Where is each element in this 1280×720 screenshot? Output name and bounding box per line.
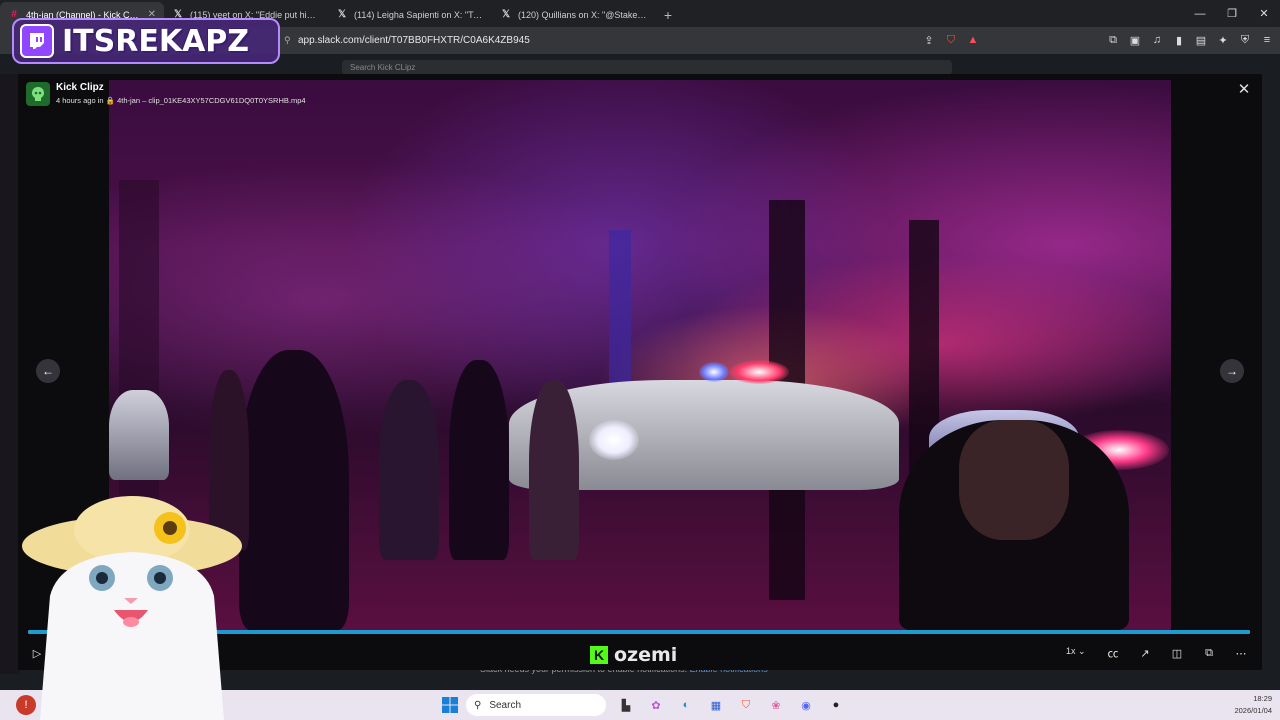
more-icon[interactable]: ⋯: [1232, 644, 1250, 662]
person: [239, 350, 349, 630]
menu-icon[interactable]: ≡: [1260, 31, 1274, 49]
brave-shields-icon[interactable]: ⛉: [944, 31, 958, 49]
close-viewer-button[interactable]: ✕: [1236, 82, 1252, 98]
x-icon: 𝕏: [501, 9, 511, 20]
system-clock[interactable]: 18:29 2026/01/04: [1234, 693, 1272, 717]
speed-value: 1x: [1066, 646, 1076, 656]
picture-in-picture-icon[interactable]: ⧉: [1200, 644, 1218, 662]
meta-time: 4 hours ago in: [56, 96, 104, 105]
captions-icon[interactable]: ㏄: [1104, 644, 1122, 662]
open-external-icon[interactable]: ↗: [1136, 644, 1154, 662]
url-actions: ⇪ ⛉ ▲: [922, 31, 980, 49]
twitch-icon: [20, 24, 54, 58]
music-icon[interactable]: ♫: [1150, 31, 1164, 49]
search-label: Search: [489, 699, 522, 711]
share-icon[interactable]: ⇪: [922, 31, 936, 49]
kick-icon: K: [590, 646, 608, 664]
slack-search-input[interactable]: Search Kick CLipz: [342, 60, 952, 75]
clock-time: 18:29: [1253, 694, 1272, 703]
screenshot-icon[interactable]: ▣: [1128, 31, 1142, 49]
brave-rewards-icon[interactable]: ▲: [966, 31, 980, 49]
meta-filename: clip_01KE43XY57CDGV61DQ0T0YSRHB.mp4: [148, 96, 306, 105]
tree-trunk: [609, 230, 631, 400]
browser-tab-x-2[interactable]: 𝕏 (114) Leigha Sapienti on X: "Twitch St: [328, 2, 492, 27]
store-icon[interactable]: ▦: [706, 695, 726, 715]
new-tab-button[interactable]: +: [656, 2, 680, 27]
watermark-text: ozemi: [614, 644, 678, 666]
discord-icon[interactable]: ◉: [796, 695, 816, 715]
tab-title: (114) Leigha Sapienti on X: "Twitch St: [354, 9, 484, 20]
parked-car: [109, 390, 169, 480]
meta-channel[interactable]: 4th-jan: [117, 96, 140, 105]
channel-avatar: [26, 82, 50, 106]
vtuber-cat-avatar: [20, 486, 250, 720]
person: [449, 360, 509, 560]
slack-workspace-rail: [0, 74, 20, 674]
file-meta: 4 hours ago in 🔒 4th-jan – clip_01KE43XY…: [56, 96, 306, 105]
edge-icon[interactable]: ◐: [676, 695, 696, 715]
headlight: [589, 420, 639, 460]
streamer-badge: ITSREKAPZ: [12, 18, 280, 64]
lock-icon: 🔒: [105, 96, 115, 105]
url-text: app.slack.com/client/T07BB0FHXTR/C0A6K4Z…: [298, 35, 530, 46]
app-icon[interactable]: ●: [826, 695, 846, 715]
viewer-header: Kick Clipz 4 hours ago in 🔒 4th-jan – cl…: [26, 82, 306, 106]
tab-title: (120) Quillians on X: "@StakeEddie c: [518, 9, 648, 20]
split-view-icon[interactable]: ◫: [1168, 644, 1186, 662]
playback-speed[interactable]: 1x ⌄: [1066, 646, 1086, 657]
person: [529, 380, 579, 560]
sidebar-icon[interactable]: ▮: [1172, 31, 1186, 49]
x-icon: 𝕏: [337, 9, 347, 20]
browser-tab-x-3[interactable]: 𝕏 (120) Quillians on X: "@StakeEddie c: [492, 2, 656, 27]
extensions-icon[interactable]: ⧉: [1106, 31, 1120, 49]
window-close-icon[interactable]: ✕: [1248, 0, 1280, 27]
address-bar[interactable]: ⚲ app.slack.com/client/T07BB0FHXTR/C0A6K…: [284, 30, 914, 51]
previous-button[interactable]: ←: [36, 359, 60, 383]
person-head: [959, 420, 1069, 540]
copilot-icon[interactable]: ✿: [646, 695, 666, 715]
search-icon: ⚲: [474, 699, 482, 711]
maximize-icon[interactable]: ❐: [1216, 0, 1248, 27]
channel-name[interactable]: Kick Clipz: [56, 82, 306, 93]
leo-ai-icon[interactable]: ✦: [1216, 31, 1230, 49]
kick-watermark: K ozemi: [590, 644, 677, 666]
siren-light: [699, 362, 729, 382]
brave-icon[interactable]: ⛉: [736, 695, 756, 715]
clock-date: 2026/01/04: [1234, 706, 1272, 715]
video-frame[interactable]: [109, 80, 1171, 630]
window-controls: — ❐ ✕: [1184, 0, 1280, 27]
file-explorer-icon[interactable]: ▙: [616, 695, 636, 715]
taskbar-search[interactable]: ⚲ Search: [466, 694, 606, 716]
siren-light: [729, 360, 789, 384]
streamer-name: ITSREKAPZ: [62, 23, 250, 59]
windows-start-icon[interactable]: [440, 695, 460, 715]
next-button[interactable]: →: [1220, 359, 1244, 383]
wallet-icon[interactable]: ▤: [1194, 31, 1208, 49]
app-icon[interactable]: ❀: [766, 695, 786, 715]
vpn-icon[interactable]: ⛨: [1238, 31, 1252, 49]
minimize-icon[interactable]: —: [1184, 0, 1216, 27]
person: [379, 380, 439, 560]
extension-icons: ⧉ ▣ ♫ ▮ ▤ ✦ ⛨ ≡: [1106, 31, 1274, 49]
screen: { "browser": { "tabs": [ {"title": "4th-…: [0, 0, 1280, 720]
site-info-icon[interactable]: ⚲: [284, 35, 292, 46]
